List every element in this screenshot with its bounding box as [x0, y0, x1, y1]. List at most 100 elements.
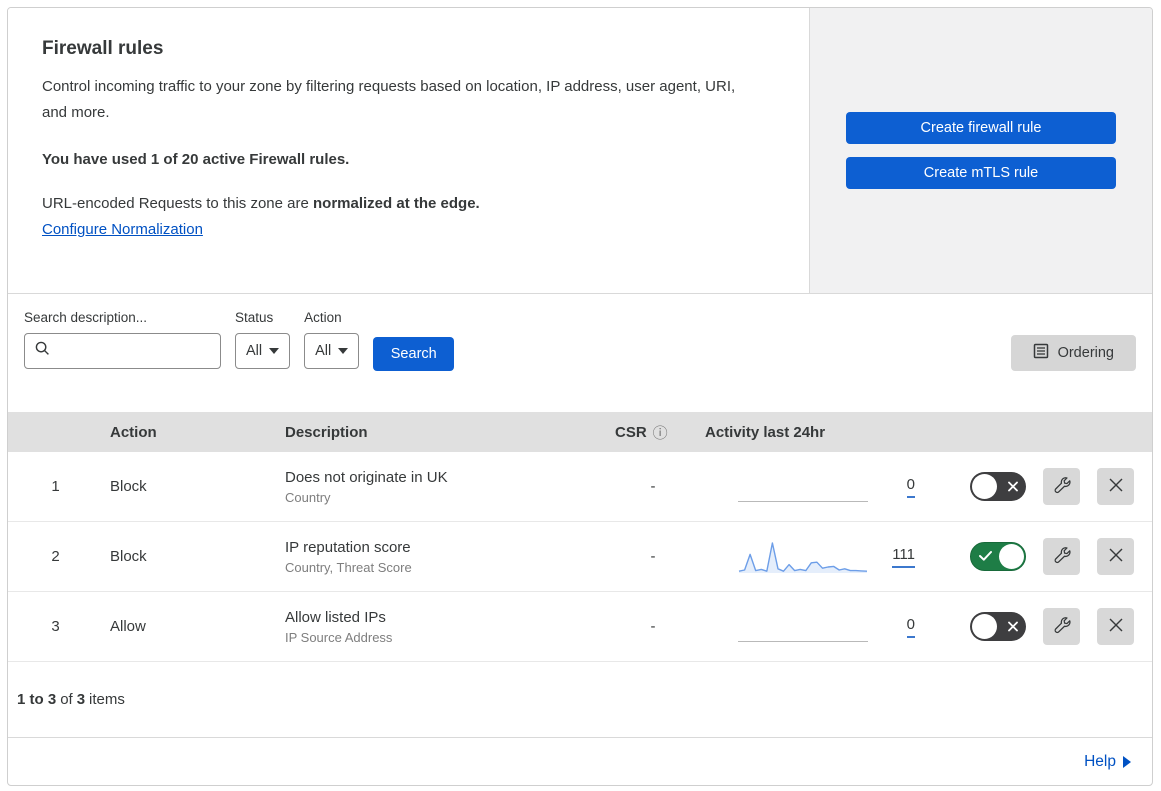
table-row: 1 Block Does not originate in UK Country…: [8, 452, 1152, 522]
rule-action: Block: [110, 548, 147, 565]
enable-toggle[interactable]: [970, 612, 1026, 641]
wrench-icon: [1053, 476, 1071, 497]
hero-section: Firewall rules Control incoming traffic …: [8, 8, 1152, 294]
activity-sparkline: [738, 468, 868, 506]
status-group: Status All: [235, 310, 291, 369]
range-text: 1 to 3: [17, 691, 57, 708]
chevron-down-icon: [269, 348, 280, 354]
of-text: of: [60, 691, 73, 708]
close-icon: [1108, 547, 1124, 566]
delete-rule-button[interactable]: [1097, 468, 1134, 505]
filter-bar: Search description... Status All Action …: [8, 294, 1152, 412]
rule-csr-value: -: [650, 548, 656, 565]
edit-rule-button[interactable]: [1043, 468, 1080, 505]
ordering-button-label: Ordering: [1057, 345, 1114, 361]
table-row: 2 Block IP reputation score Country, Thr…: [8, 522, 1152, 592]
column-csr: CSR ⓘ: [608, 422, 698, 443]
status-select-value: All: [246, 343, 263, 359]
table-row: 3 Allow Allow listed IPs IP Source Addre…: [8, 592, 1152, 662]
total-text: 3: [76, 691, 86, 708]
rule-csr-value: -: [650, 618, 656, 635]
column-activity: Activity last 24hr: [705, 423, 826, 441]
toggle-knob: [972, 614, 997, 639]
page-title: Firewall rules: [42, 38, 164, 59]
rule-priority: 3: [51, 618, 60, 635]
search-label: Search description...: [24, 310, 148, 325]
column-csr-label: CSR: [615, 423, 647, 441]
cross-icon: [1008, 618, 1018, 635]
rule-description-text: IP reputation score: [285, 538, 411, 556]
toggle-knob: [972, 474, 997, 499]
action-group: Action All: [304, 310, 360, 369]
search-input[interactable]: [57, 343, 220, 359]
rule-activity-cell: 0: [698, 608, 923, 646]
search-icon: [35, 341, 50, 361]
ordering-button[interactable]: Ordering: [1010, 335, 1136, 371]
close-icon: [1108, 477, 1124, 496]
help-link[interactable]: Help: [1084, 753, 1131, 771]
column-action: Action: [110, 423, 157, 441]
rule-description: Allow listed IPs IP Source Address: [278, 609, 608, 645]
enable-toggle[interactable]: [970, 542, 1026, 571]
normalization-bold: normalized at the edge.: [313, 194, 480, 212]
rule-fields-text: Country: [285, 489, 331, 505]
rule-controls: [923, 608, 1152, 645]
search-group: Search description...: [24, 310, 221, 369]
usage-summary: You have used 1 of 20 active Firewall ru…: [42, 150, 350, 168]
create-mtls-rule-button[interactable]: Create mTLS rule: [846, 157, 1116, 189]
action-select[interactable]: All: [304, 333, 360, 369]
ordering-list-icon: [1033, 343, 1049, 363]
hero-text-panel: Firewall rules Control incoming traffic …: [8, 8, 810, 293]
close-icon: [1108, 617, 1124, 636]
items-text: items: [89, 691, 125, 708]
wrench-icon: [1053, 616, 1071, 637]
toggle-knob: [999, 544, 1024, 569]
rule-description-text: Does not originate in UK: [285, 468, 448, 486]
activity-sparkline: [738, 608, 868, 646]
rule-priority: 2: [51, 548, 60, 565]
configure-normalization-link[interactable]: Configure Normalization: [42, 221, 203, 238]
pagination-summary: 1 to 3 of 3 items: [8, 662, 1152, 737]
help-strip: Help: [8, 737, 1152, 785]
enable-toggle[interactable]: [970, 472, 1026, 501]
firewall-rules-card: Firewall rules Control incoming traffic …: [7, 7, 1153, 786]
edit-rule-button[interactable]: [1043, 538, 1080, 575]
rule-controls: [923, 538, 1152, 575]
status-label: Status: [235, 310, 274, 325]
page-description: Control incoming traffic to your zone by…: [42, 78, 736, 122]
rule-priority: 1: [51, 478, 60, 495]
rule-activity-cell: 0: [698, 468, 923, 506]
action-label: Action: [304, 310, 342, 325]
action-select-value: All: [315, 343, 332, 359]
info-icon[interactable]: ⓘ: [653, 422, 668, 443]
chevron-down-icon: [338, 348, 349, 354]
delete-rule-button[interactable]: [1097, 538, 1134, 575]
rule-controls: [923, 468, 1152, 505]
status-select[interactable]: All: [235, 333, 291, 369]
activity-sparkline: [738, 538, 868, 576]
arrow-right-icon: [1123, 755, 1131, 768]
hero-actions-panel: Create firewall rule Create mTLS rule: [810, 8, 1152, 293]
normalization-prefix: URL-encoded Requests to this zone are: [42, 194, 313, 212]
rule-fields-text: Country, Threat Score: [285, 559, 412, 575]
delete-rule-button[interactable]: [1097, 608, 1134, 645]
rule-description-text: Allow listed IPs: [285, 608, 386, 626]
wrench-icon: [1053, 546, 1071, 567]
rule-action: Block: [110, 478, 147, 495]
check-icon: [979, 548, 992, 565]
rule-description: Does not originate in UK Country: [278, 469, 608, 505]
activity-count-link[interactable]: 0: [906, 616, 915, 638]
rule-csr-value: -: [650, 478, 656, 495]
rule-fields-text: IP Source Address: [285, 629, 393, 645]
normalization-note: URL-encoded Requests to this zone are no…: [42, 192, 775, 216]
table-header: Action Description CSR ⓘ Activity last 2…: [8, 412, 1152, 452]
column-description: Description: [285, 423, 368, 441]
edit-rule-button[interactable]: [1043, 608, 1080, 645]
activity-count-link[interactable]: 0: [906, 476, 915, 498]
activity-count-link[interactable]: 111: [892, 546, 915, 568]
search-field[interactable]: [24, 333, 221, 369]
search-button[interactable]: Search: [373, 337, 455, 371]
rule-activity-cell: 111: [698, 538, 923, 576]
create-firewall-rule-button[interactable]: Create firewall rule: [846, 112, 1116, 144]
rule-action: Allow: [110, 618, 146, 635]
